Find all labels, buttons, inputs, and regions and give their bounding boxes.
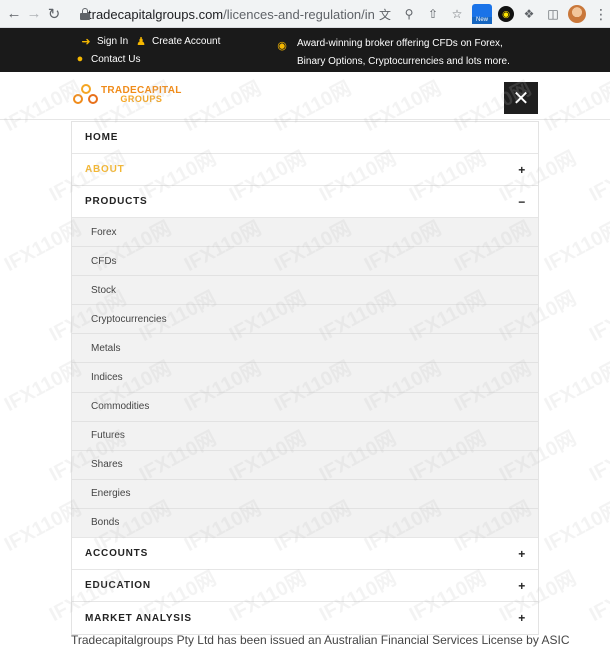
watermark-text: IFX110网 xyxy=(585,147,610,206)
expand-icon[interactable]: + xyxy=(518,570,526,602)
mobile-menu: HOME ABOUT + PRODUCTS − Forex CFDs Stock… xyxy=(71,121,539,636)
watermark-text: IFX110网 xyxy=(540,217,610,276)
address-bar[interactable]: tradecapitalgroups.com/licences-and-regu… xyxy=(80,3,376,25)
menu-item-label: HOME xyxy=(85,132,119,143)
browser-toolbar: ← → ↻ tradecapitalgroups.com/licences-an… xyxy=(0,0,610,28)
location-pin-icon: ● xyxy=(76,53,84,65)
submenu-item-stock[interactable]: Stock xyxy=(72,276,538,306)
award-text: Award-winning broker offering CFDs on Fo… xyxy=(297,38,510,67)
sign-in-icon: ➜ xyxy=(81,36,91,48)
submenu-item-forex[interactable]: Forex xyxy=(72,218,538,248)
expand-icon[interactable]: + xyxy=(518,154,526,186)
submenu-item-cryptocurrencies[interactable]: Cryptocurrencies xyxy=(72,305,538,335)
kebab-icon[interactable]: ⋮ xyxy=(592,5,610,23)
submenu-item-metals[interactable]: Metals xyxy=(72,334,538,364)
sidepanel-icon[interactable]: ◫ xyxy=(544,5,562,23)
url-path: /licences-and-regulation/in... xyxy=(223,6,376,22)
watermark-text: IFX110网 xyxy=(540,497,610,556)
menu-item-products[interactable]: PRODUCTS − xyxy=(72,186,538,218)
extension-dark-icon[interactable]: ◉ xyxy=(498,6,514,22)
watermark-text: IFX110网 xyxy=(585,427,610,486)
forward-icon[interactable]: → xyxy=(24,4,44,24)
menu-item-market-analysis[interactable]: MARKET ANALYSIS + xyxy=(72,602,538,634)
menu-item-home[interactable]: HOME xyxy=(72,122,538,154)
submenu-item-indices[interactable]: Indices xyxy=(72,363,538,393)
sign-in-label: Sign In xyxy=(97,36,129,47)
menu-item-label: EDUCATION xyxy=(85,580,151,592)
url-host: tradecapitalgroups.com xyxy=(88,6,224,22)
menu-item-label: ABOUT xyxy=(85,164,125,175)
sign-in-link[interactable]: ➜ Sign In xyxy=(80,35,128,48)
submenu-item-shares[interactable]: Shares xyxy=(72,451,538,480)
submenu-item-futures[interactable]: Futures xyxy=(72,422,538,451)
award-banner: ◉ Award-winning broker offering CFDs on … xyxy=(276,35,526,71)
award-icon: ◉ xyxy=(277,40,287,52)
top-info-bar: ➜ Sign In ♟ Create Account ● Contact Us … xyxy=(0,28,610,72)
menu-item-label: MARKET ANALYSIS xyxy=(85,612,192,624)
back-icon[interactable]: ← xyxy=(4,4,24,24)
license-text: Tradecapitalgroups Pty Ltd has been issu… xyxy=(71,633,570,647)
menu-item-label: PRODUCTS xyxy=(85,196,148,207)
submenu-item-energies[interactable]: Energies xyxy=(72,480,538,509)
menu-item-about[interactable]: ABOUT + xyxy=(72,154,538,186)
menu-item-label: ACCOUNTS xyxy=(85,548,149,560)
translate-icon[interactable]: 文 xyxy=(376,5,394,23)
watermark-text: IFX110网 xyxy=(540,357,610,416)
contact-us-label: Contact Us xyxy=(91,53,141,65)
close-menu-button[interactable]: ✕ xyxy=(504,82,538,114)
share-icon[interactable]: ⇧ xyxy=(424,5,442,23)
extension-new-icon[interactable]: New xyxy=(472,4,492,24)
submenu-item-commodities[interactable]: Commodities xyxy=(72,393,538,422)
submenu-item-cfds[interactable]: CFDs xyxy=(72,247,538,277)
zoom-icon[interactable]: ⚲ xyxy=(400,5,418,23)
reload-icon[interactable]: ↻ xyxy=(44,4,64,24)
submenu-item-bonds[interactable]: Bonds xyxy=(72,509,538,539)
site-logo[interactable]: TRADECAPITAL GROUPS xyxy=(73,84,182,106)
create-account-link[interactable]: ♟ Create Account xyxy=(135,35,220,48)
add-user-icon: ♟ xyxy=(136,36,146,48)
profile-avatar[interactable] xyxy=(568,5,586,23)
menu-item-education[interactable]: EDUCATION + xyxy=(72,570,538,603)
watermark-text: IFX110网 xyxy=(585,567,610,626)
collapse-icon[interactable]: − xyxy=(518,186,526,218)
expand-icon[interactable]: + xyxy=(518,538,526,570)
close-icon: ✕ xyxy=(512,87,530,110)
star-icon[interactable]: ☆ xyxy=(448,5,466,23)
watermark-text: IFX110网 xyxy=(585,287,610,346)
contact-us-link[interactable]: ● Contact Us xyxy=(74,53,141,65)
site-header: TRADECAPITAL GROUPS ✕ xyxy=(0,72,610,120)
create-account-label: Create Account xyxy=(152,36,221,47)
new-badge: New xyxy=(472,17,492,24)
menu-item-accounts[interactable]: ACCOUNTS + xyxy=(72,538,538,571)
logo-icon xyxy=(73,84,99,106)
logo-line2: GROUPS xyxy=(120,94,163,104)
expand-icon[interactable]: + xyxy=(518,602,526,634)
puzzle-icon[interactable]: ❖ xyxy=(520,5,538,23)
products-submenu: Forex CFDs Stock Cryptocurrencies Metals… xyxy=(72,218,538,539)
